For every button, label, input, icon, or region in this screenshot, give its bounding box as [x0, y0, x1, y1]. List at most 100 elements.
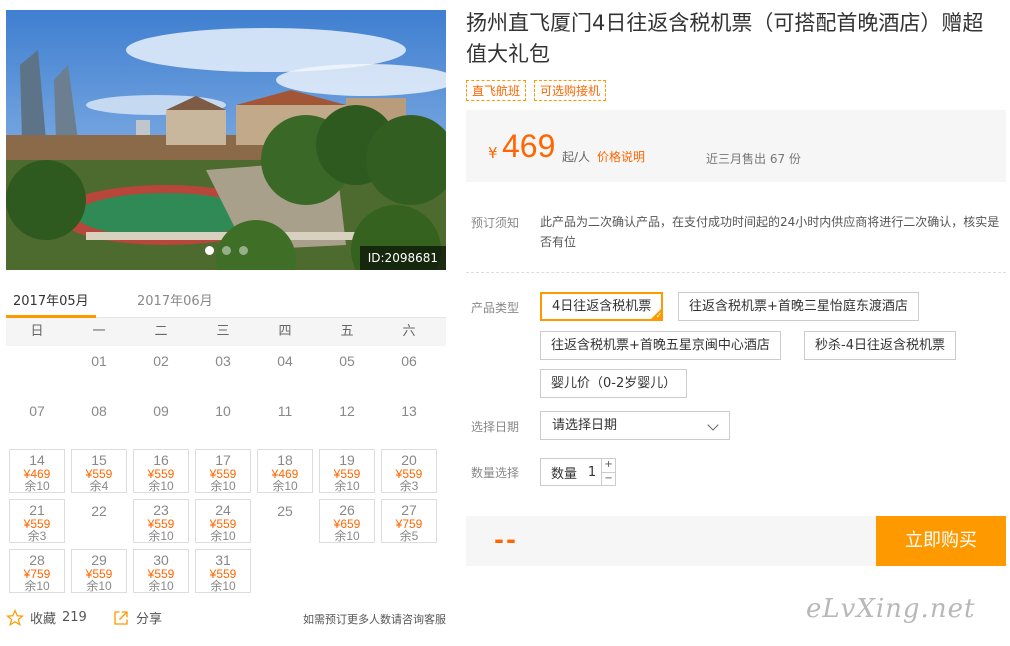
chevron-down-icon: [707, 419, 719, 431]
day-stock: 余10: [24, 479, 50, 493]
active-tab-indicator: [6, 315, 96, 318]
share-label: 分享: [136, 612, 163, 627]
calendar-day-available[interactable]: 28 ¥759 余10: [9, 549, 65, 593]
product-type-option[interactable]: 往返含税机票+首晚三星怡庭东渡酒店: [678, 292, 919, 321]
calendar-day-available[interactable]: 30 ¥559 余10: [133, 549, 189, 593]
calendar-day-available[interactable]: 26 ¥659 余10: [319, 499, 375, 543]
day-number: 28: [29, 552, 45, 568]
favorite-button[interactable]: 收藏 219: [6, 608, 87, 627]
price-panel: ¥ 469 起/人 价格说明 近三月售出 67 份: [466, 110, 1006, 182]
day-number: 29: [91, 552, 107, 568]
calendar-day: 02: [133, 349, 189, 393]
calendar-day: 25: [257, 499, 313, 543]
tag-airport-pickup: 可选购接机: [534, 80, 607, 101]
quantity-decrease-button[interactable]: −: [602, 471, 616, 486]
date-select[interactable]: 请选择日期: [540, 411, 730, 440]
weekday-label: 一: [92, 324, 106, 339]
day-number: 06: [401, 353, 417, 369]
calendar-day-available[interactable]: 29 ¥559 余10: [71, 549, 127, 593]
calendar-day-available[interactable]: 14 ¥469 余10: [9, 449, 65, 493]
day-number: 17: [215, 452, 231, 468]
day-number: 22: [91, 503, 107, 519]
calendar-day-available[interactable]: 15 ¥559 余4: [71, 449, 127, 493]
day-number: 07: [29, 403, 45, 419]
weekday-label: 日: [30, 324, 44, 339]
day-stock: 余10: [148, 529, 174, 543]
calendar-day-available[interactable]: 18 ¥469 余10: [257, 449, 313, 493]
calendar-day-available[interactable]: 20 ¥559 余3: [381, 449, 437, 493]
product-type-option[interactable]: 往返含税机票+首晚五星京闽中心酒店: [540, 331, 781, 360]
buy-now-button[interactable]: 立即购买: [876, 516, 1006, 566]
day-number: 30: [153, 552, 169, 568]
calendar-day-available[interactable]: 23 ¥559 余10: [133, 499, 189, 543]
weekday-label: 四: [278, 324, 292, 339]
day-number: 31: [215, 552, 231, 568]
product-type-option[interactable]: 4日往返含税机票: [540, 292, 664, 321]
day-number: 02: [153, 353, 169, 369]
sales-count: 近三月售出 67 份: [706, 152, 801, 166]
day-stock: 余3: [399, 479, 419, 493]
carousel-dot[interactable]: [238, 246, 248, 255]
day-number: 05: [339, 353, 355, 369]
campus-photo-image: [6, 10, 446, 270]
calendar-day: 04: [257, 349, 313, 393]
product-type-label-text: 往返含税机票+首晚五星京闽中心酒店: [551, 338, 770, 353]
day-number: 01: [91, 353, 107, 369]
divider: [466, 272, 1006, 273]
product-type-label-text: 婴儿价（0-2岁婴儿）: [551, 376, 677, 391]
calendar-day: 06: [381, 349, 437, 393]
day-number: 09: [153, 403, 169, 419]
currency-symbol: ¥: [488, 144, 498, 162]
quantity-stepper: 数量 1 + −: [540, 458, 617, 486]
calendar-day-available[interactable]: 19 ¥559 余10: [319, 449, 375, 493]
day-stock: 余10: [210, 529, 236, 543]
product-photo[interactable]: ID:2098681: [6, 10, 446, 270]
day-number: 10: [215, 403, 231, 419]
day-number: 04: [277, 353, 293, 369]
calendar-empty-cell: [319, 549, 375, 593]
watermark-logo: eLvXing.net: [806, 594, 976, 624]
quantity-increase-button[interactable]: +: [602, 459, 615, 472]
day-stock: 余10: [210, 579, 236, 593]
day-number: 13: [401, 403, 417, 419]
calendar-day-available[interactable]: 24 ¥559 余10: [195, 499, 251, 543]
carousel-dot[interactable]: [221, 246, 231, 255]
carousel-dot[interactable]: [204, 246, 214, 255]
photo-id-label: ID:2098681: [359, 246, 446, 270]
calendar-day-available[interactable]: 16 ¥559 余10: [133, 449, 189, 493]
product-type-option[interactable]: 秒杀-4日往返含税机票: [804, 331, 956, 360]
price-description-link[interactable]: 价格说明: [597, 148, 645, 165]
calendar-day-available[interactable]: 27 ¥759 余5: [381, 499, 437, 543]
share-icon: [114, 610, 128, 625]
weekday-header: 日一二三四五六: [6, 318, 446, 346]
day-number: 15: [91, 452, 107, 468]
product-type-option[interactable]: 婴儿价（0-2岁婴儿）: [540, 369, 688, 398]
day-number: 25: [277, 503, 293, 519]
price-calendar: 2017年05月 2017年06月 日 一 二 三 四 五 六 01 02 03 04 05 06 07…: [6, 282, 446, 596]
weekday-label: 六: [402, 324, 416, 339]
day-number: 14: [29, 452, 45, 468]
quantity-label: 数量选择: [471, 466, 520, 480]
favorite-count: 219: [62, 610, 87, 625]
calendar-day-available[interactable]: 21 ¥559 余3: [9, 499, 65, 543]
day-number: 18: [277, 452, 293, 468]
quantity-inline-label: 数量: [551, 466, 578, 482]
calendar-day-available[interactable]: 17 ¥559 余10: [195, 449, 251, 493]
calendar-day: 08: [71, 399, 127, 443]
day-number: 23: [153, 502, 169, 518]
calendar-day: 13: [381, 399, 437, 443]
day-number: 11: [277, 403, 293, 419]
calendar-day-available[interactable]: 31 ¥559 余10: [195, 549, 251, 593]
tab-month-june[interactable]: 2017年06月: [137, 290, 213, 309]
day-stock: 余10: [334, 479, 360, 493]
selected-check-icon: [650, 308, 663, 321]
product-type-label-text: 4日往返含税机票: [552, 299, 652, 314]
tag-direct-flight: 直飞航班: [466, 80, 527, 101]
day-number: 20: [401, 452, 417, 468]
tab-month-may[interactable]: 2017年05月: [13, 290, 89, 309]
day-number: 24: [215, 502, 231, 518]
weekday-label: 三: [216, 324, 230, 339]
share-button[interactable]: 分享: [112, 608, 162, 627]
quantity-value[interactable]: 1: [583, 465, 601, 480]
calendar-day: 07: [9, 399, 65, 443]
